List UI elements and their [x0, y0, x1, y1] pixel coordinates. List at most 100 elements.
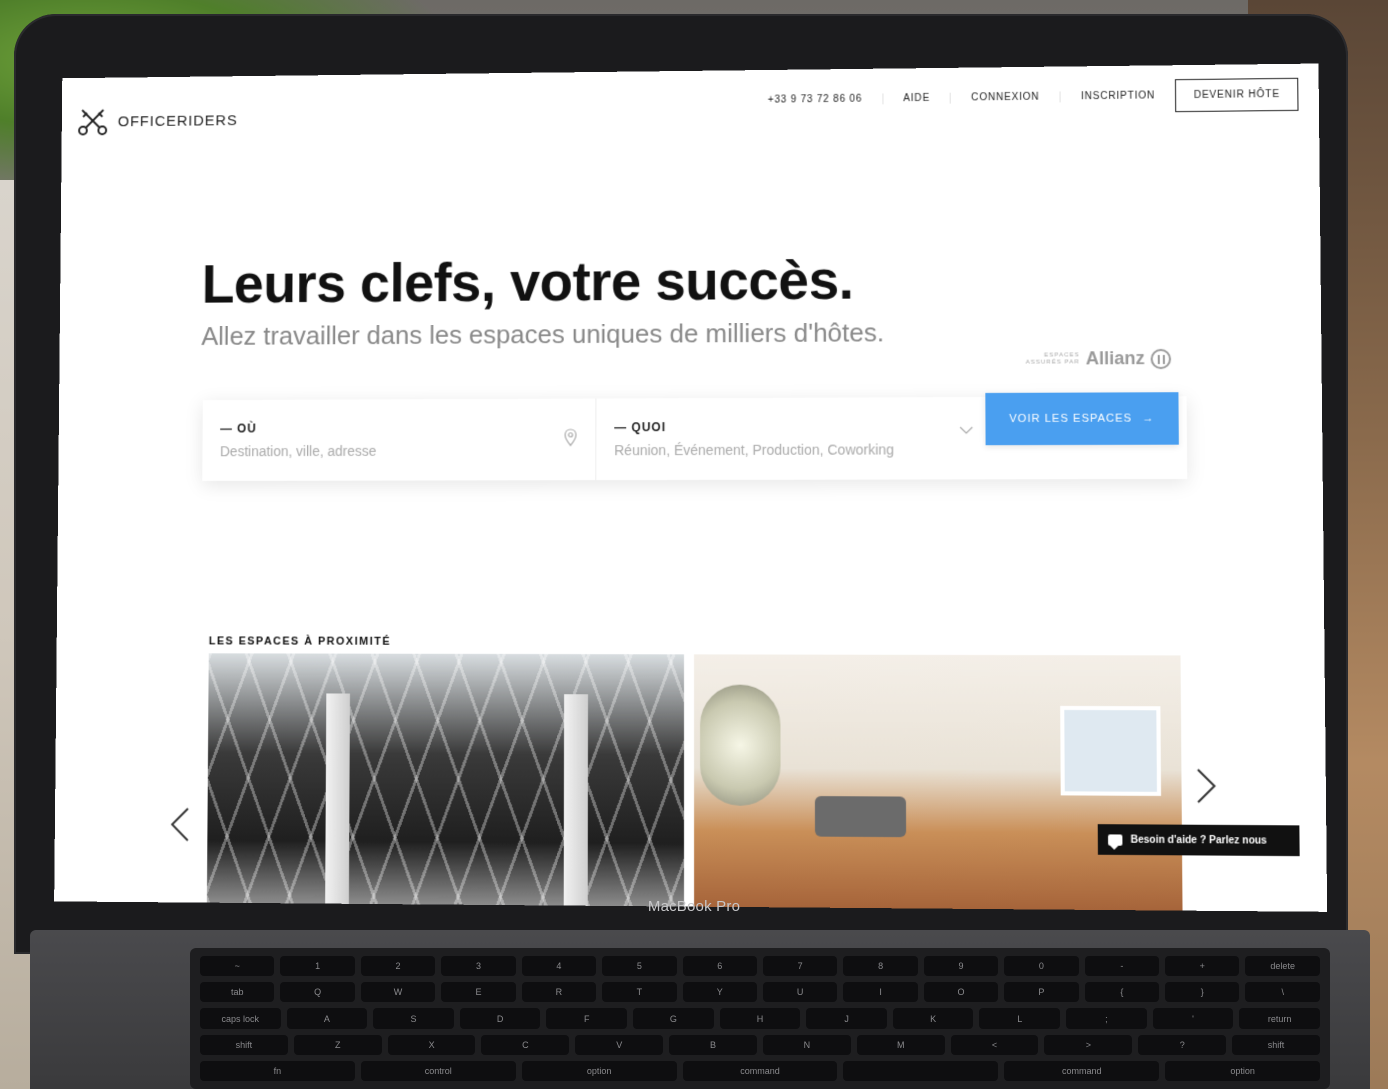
nearby-carousel: [207, 653, 1183, 910]
sofa: [815, 796, 906, 837]
keyboard-row: shift Z X C V B N M < >? shift: [200, 1035, 1320, 1055]
keyboard-key: A: [287, 1008, 368, 1028]
where-input[interactable]: [220, 442, 535, 459]
space-card[interactable]: [207, 653, 684, 906]
keyboard-key: ;: [1066, 1008, 1147, 1028]
keyboard-key: Y: [683, 982, 757, 1002]
keyboard-key: O: [924, 982, 998, 1002]
keyboard-key: X: [388, 1035, 476, 1055]
keyboard-key: J: [806, 1008, 887, 1028]
keyboard-key: delete: [1245, 956, 1319, 976]
help-chat-label: Besoin d'aide ? Parlez nous: [1131, 834, 1267, 846]
keyboard-key: >: [1044, 1035, 1132, 1055]
logo-text: OFFICERIDERS: [118, 112, 238, 130]
become-host-button[interactable]: DEVENIR HÔTE: [1175, 78, 1298, 112]
browser-viewport: OFFICERIDERS +33 9 73 72 86 06 AIDE CONN…: [54, 64, 1327, 912]
keyboard-key: command: [683, 1061, 838, 1081]
allianz-logo-icon: [1151, 348, 1172, 368]
keyboard-key: 9: [924, 956, 998, 976]
location-pin-icon: [564, 428, 578, 446]
what-field[interactable]: — QUOI: [596, 397, 983, 480]
keyboard-row: caps lock A S D F G H J K L; ' return: [200, 1008, 1320, 1028]
keyboard-key: shift: [200, 1035, 288, 1055]
keyboard-key: L: [979, 1008, 1060, 1028]
keyboard-key: 5: [602, 956, 676, 976]
keyboard-row: tab Q W E R T Y U I O P{} \: [200, 982, 1320, 1002]
keyboard-key: 0: [1004, 956, 1078, 976]
nav-login-link[interactable]: CONNEXION: [950, 91, 1060, 103]
nav-help-link[interactable]: AIDE: [882, 93, 950, 105]
keyboard-key: return: [1239, 1008, 1320, 1028]
carousel-prev-icon[interactable]: [170, 806, 190, 842]
keyboard-key: 1: [280, 956, 354, 976]
insurance-caption: ESPACES ASSURÉS PAR: [1026, 352, 1080, 366]
keyboard-key: control: [361, 1061, 516, 1081]
lamp: [700, 685, 781, 806]
view-spaces-button[interactable]: VOIR LES ESPACES →: [985, 392, 1179, 445]
hero-subtitle: Allez travailler dans les espaces unique…: [201, 317, 884, 351]
window: [1060, 706, 1161, 796]
insurance-line-2: ASSURÉS PAR: [1026, 359, 1080, 366]
help-chat-button[interactable]: Besoin d'aide ? Parlez nous: [1098, 824, 1300, 856]
keyboard-key: M: [857, 1035, 945, 1055]
keyboard-key: B: [669, 1035, 757, 1055]
nearby-title: LES ESPACES À PROXIMITÉ: [209, 635, 391, 647]
insurance-brand: Allianz: [1086, 348, 1145, 369]
arrow-right-icon: →: [1142, 412, 1154, 424]
keyboard-key: V: [575, 1035, 663, 1055]
keyboard-key: ~: [200, 956, 274, 976]
keyboard-key: fn: [200, 1061, 355, 1081]
keyboard-key: K: [893, 1008, 974, 1028]
keyboard-key: +: [1165, 956, 1239, 976]
keyboard-key: U: [763, 982, 837, 1002]
keyboard-key: S: [373, 1008, 454, 1028]
hero-title: Leurs clefs, votre succès.: [202, 248, 854, 316]
what-input[interactable]: [614, 441, 935, 458]
keyboard-key: {: [1085, 982, 1159, 1002]
keyboard-key: -: [1085, 956, 1159, 976]
site-header: OFFICERIDERS +33 9 73 72 86 06 AIDE CONN…: [62, 64, 1320, 157]
where-field[interactable]: — OÙ: [202, 399, 596, 481]
keyboard-key: 2: [361, 956, 435, 976]
keyboard-key: ?: [1138, 1035, 1226, 1055]
nav-phone-link[interactable]: +33 9 73 72 86 06: [748, 93, 882, 105]
keyboard-key: D: [460, 1008, 541, 1028]
space-card[interactable]: [694, 654, 1183, 910]
keyboard-key: }: [1165, 982, 1239, 1002]
insurance-line-1: ESPACES: [1026, 352, 1080, 359]
device-brand: MacBook Pro: [0, 898, 1388, 915]
keyboard-key: caps lock: [200, 1008, 281, 1028]
keyboard-key: <: [951, 1035, 1039, 1055]
site-logo[interactable]: OFFICERIDERS: [77, 105, 238, 136]
keyboard-key: P: [1004, 982, 1078, 1002]
search-bar: — OÙ — QUOI VOIR LES ESPACES →: [202, 396, 1187, 481]
nav-signup-link[interactable]: INSCRIPTION: [1060, 90, 1176, 102]
keyboard-key: 3: [441, 956, 515, 976]
chevron-down-icon[interactable]: [959, 425, 973, 435]
keyboard-key: R: [522, 982, 596, 1002]
keyboard-key: I: [843, 982, 917, 1002]
keyboard-row: ~1 2 3 4 5 6 7 8 9 0- + delete: [200, 956, 1320, 976]
keyboard-key: ': [1153, 1008, 1234, 1028]
keyboard-key: 6: [683, 956, 757, 976]
keyboard-key: E: [441, 982, 515, 1002]
what-label: — QUOI: [614, 419, 965, 434]
keyboard: ~1 2 3 4 5 6 7 8 9 0- + delete tab Q W E R T Y U I O P{} \ caps …: [190, 948, 1330, 1089]
view-spaces-label: VOIR LES ESPACES: [1009, 413, 1132, 425]
keyboard-key: command: [1004, 1061, 1159, 1081]
keyboard-key: 4: [522, 956, 596, 976]
chat-bubble-icon: [1108, 834, 1122, 845]
keyboard-key: C: [481, 1035, 569, 1055]
carousel-next-icon[interactable]: [1196, 768, 1217, 805]
keyboard-key: F: [546, 1008, 627, 1028]
keyboard-key: T: [602, 982, 676, 1002]
keyboard-key: W: [361, 982, 435, 1002]
keyboard-key: Q: [280, 982, 354, 1002]
keyboard-key: N: [763, 1035, 851, 1055]
keyboard-row: fn control option command command option: [200, 1061, 1320, 1081]
keyboard-key: shift: [1232, 1035, 1320, 1055]
top-nav: +33 9 73 72 86 06 AIDE CONNEXION INSCRIP…: [748, 78, 1299, 117]
keyboard-key: \: [1245, 982, 1319, 1002]
keyboard-key: 7: [763, 956, 837, 976]
keyboard-key: 8: [843, 956, 917, 976]
